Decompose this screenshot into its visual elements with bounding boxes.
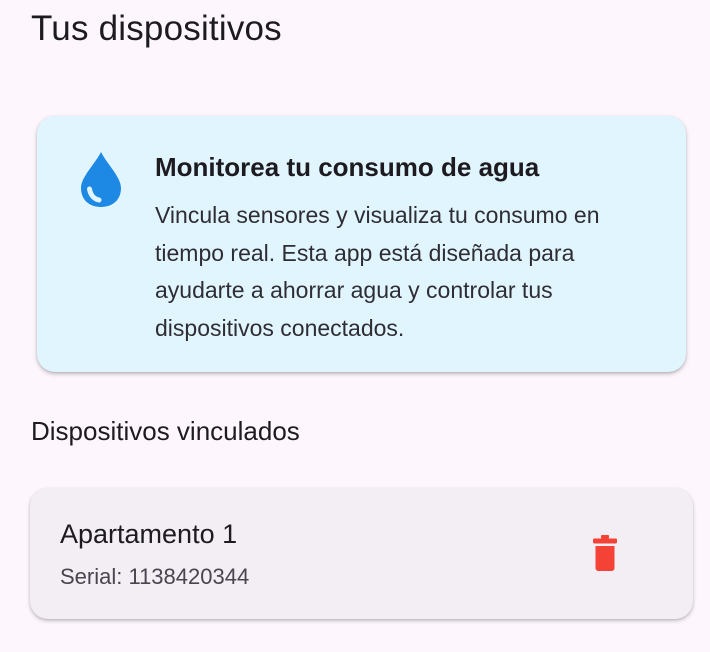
info-card-description: Vincula sensores y visualiza tu consumo … — [155, 202, 600, 341]
delete-device-button[interactable] — [575, 523, 635, 583]
device-serial: Serial: 1138420344 — [60, 564, 250, 589]
device-name: Apartamento 1 — [60, 519, 238, 549]
water-consumption-info-card: Monitorea tu consumo de agua Vincula sen… — [37, 116, 686, 372]
page-title: Tus dispositivos — [31, 9, 282, 48]
water-drop-icon — [77, 150, 125, 208]
devices-screen: Tus dispositivos Monitorea tu consumo de… — [0, 0, 710, 652]
info-card-title: Monitorea tu consumo de agua — [155, 152, 540, 182]
device-card[interactable]: Apartamento 1 Serial: 1138420344 — [30, 488, 693, 619]
trash-icon — [593, 535, 617, 571]
linked-devices-heading: Dispositivos vinculados — [31, 416, 300, 446]
